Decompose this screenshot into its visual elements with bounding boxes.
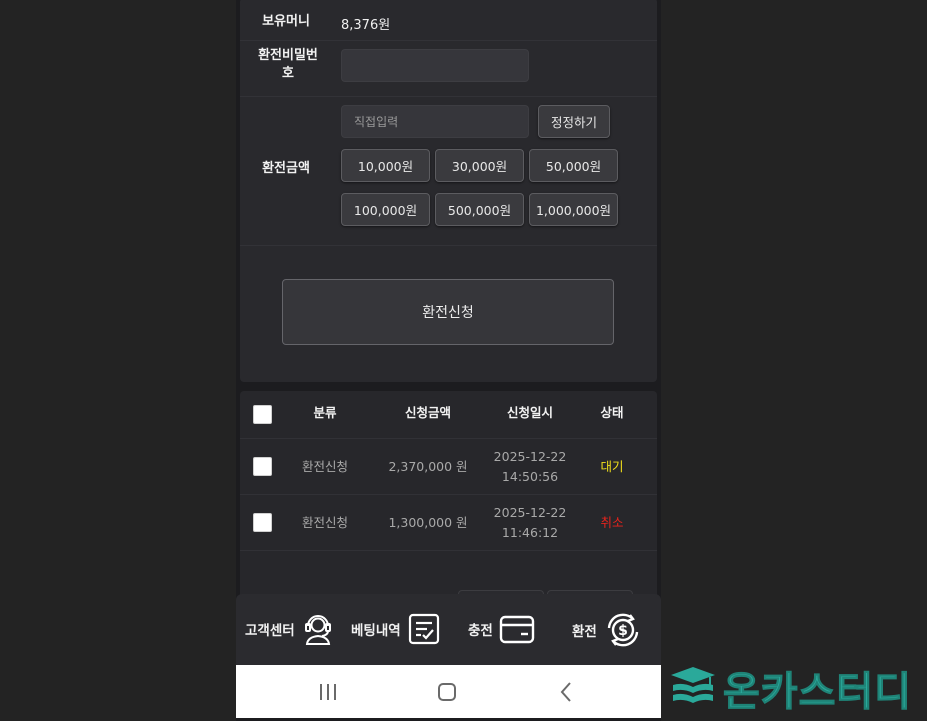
- dollar-exchange-icon: $: [607, 613, 639, 647]
- amount-direct-input[interactable]: [341, 105, 529, 138]
- nav-charge[interactable]: 충전: [468, 612, 535, 646]
- book-stack-icon: [671, 667, 715, 703]
- nav-label: 환전: [572, 624, 597, 640]
- row-checkbox[interactable]: [253, 513, 272, 532]
- table-header-row: 분류 신청금액 신청일시 상태: [240, 391, 657, 439]
- row-type: 환전신청: [301, 459, 348, 474]
- row-date: 2025-12-22: [493, 449, 567, 464]
- row-status: 대기: [600, 459, 624, 474]
- row-date: 2025-12-22: [493, 505, 567, 520]
- nav-label: 베팅내역: [351, 623, 401, 639]
- table-row: 환전신청 2,370,000 원 2025-12-22 14:50:56 대기: [240, 439, 657, 495]
- money-row: 보유머니 8,376원: [240, 0, 657, 41]
- header-amount: 신청금액: [404, 405, 451, 420]
- row-status: 취소: [600, 515, 624, 530]
- amount-row: 환전금액 정정하기 10,000원 30,000원 50,000원 100,00…: [240, 97, 657, 246]
- nav-label: 고객센터: [245, 623, 295, 639]
- home-icon[interactable]: [436, 679, 458, 705]
- watermark-text: 온카스터디: [723, 669, 912, 716]
- preset-500000-button[interactable]: 500,000원: [435, 193, 524, 226]
- headset-agent-icon: [304, 615, 331, 645]
- exchange-password-input[interactable]: [341, 49, 529, 82]
- money-value: 8,376원: [341, 18, 391, 33]
- password-row: 환전비밀번호: [240, 41, 657, 97]
- checklist-icon: [408, 613, 439, 645]
- exchange-form: 보유머니 8,376원 환전비밀번호 환전금액 정정하기 10,000원 30,…: [240, 0, 657, 382]
- watermark-logo: 온카스터디: [669, 659, 912, 717]
- mobile-screen: 보유머니 8,376원 환전비밀번호 환전금액 정정하기 10,000원 30,…: [236, 0, 661, 721]
- header-type: 분류: [313, 405, 337, 420]
- credit-card-icon: [499, 615, 535, 644]
- exchange-apply-button[interactable]: 환전신청: [282, 279, 614, 345]
- table-row: 환전신청 1,300,000 원 2025-12-22 11:46:12 취소: [240, 495, 657, 551]
- row-time: 14:50:56: [501, 469, 559, 484]
- header-datetime: 신청일시: [506, 405, 553, 420]
- preset-1000000-button[interactable]: 1,000,000원: [529, 193, 618, 226]
- nav-label: 충전: [468, 623, 493, 639]
- system-navigation-bar: [236, 665, 661, 718]
- nav-customer-center[interactable]: 고객센터: [245, 612, 335, 646]
- preset-30000-button[interactable]: 30,000원: [435, 149, 524, 182]
- svg-text:$: $: [618, 623, 628, 639]
- nav-betting-history[interactable]: 베팅내역: [351, 612, 441, 646]
- back-icon[interactable]: [556, 679, 576, 705]
- password-label: 환전비밀번호: [258, 48, 318, 81]
- row-time: 11:46:12: [501, 525, 559, 540]
- row-checkbox[interactable]: [253, 457, 272, 476]
- preset-10000-button[interactable]: 10,000원: [341, 149, 430, 182]
- preset-50000-button[interactable]: 50,000원: [529, 149, 618, 182]
- nav-exchange[interactable]: 환전 $: [572, 612, 643, 648]
- row-amount: 1,300,000 원: [388, 515, 468, 530]
- money-label: 보유머니: [262, 14, 310, 29]
- preset-100000-button[interactable]: 100,000원: [341, 193, 430, 226]
- row-amount: 2,370,000 원: [388, 459, 468, 474]
- correct-button[interactable]: 정정하기: [538, 105, 610, 138]
- bottom-nav: 고객센터 베팅내역 충전 환전 $: [236, 594, 661, 665]
- select-all-checkbox[interactable]: [253, 405, 272, 424]
- row-type: 환전신청: [301, 515, 348, 530]
- recent-apps-icon[interactable]: [318, 679, 338, 705]
- header-status: 상태: [600, 405, 624, 420]
- amount-label: 환전금액: [262, 161, 310, 176]
